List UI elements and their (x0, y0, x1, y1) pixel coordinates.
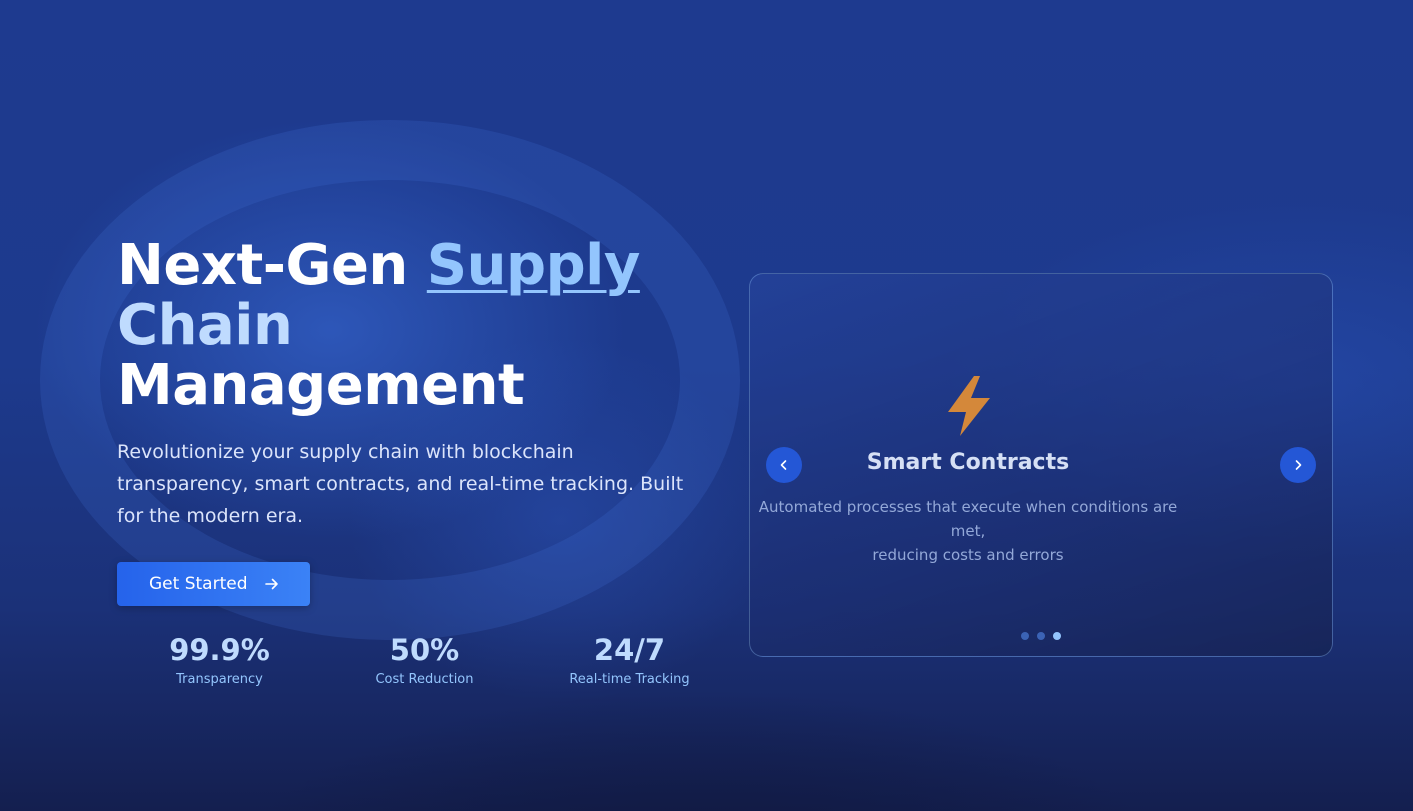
hero-title-accent: Supply (426, 233, 641, 298)
stat-value: 24/7 (593, 633, 666, 667)
stat-realtime-tracking: 24/7 Real-time Tracking (527, 632, 732, 687)
stat-label: Transparency (176, 672, 263, 687)
hero-title-part1: Next-Gen (117, 233, 427, 298)
stat-value: 50% (389, 633, 460, 667)
hero-title: Next-Gen Supply Chain Management (117, 236, 717, 416)
carousel-prev-button[interactable] (766, 447, 802, 483)
stat-label: Real-time Tracking (569, 672, 690, 687)
carousel-dot-1[interactable] (1021, 632, 1029, 640)
lightning-bolt-icon (948, 376, 990, 436)
carousel-slide: Smart Contracts Automated processes that… (750, 374, 1186, 567)
carousel-dot-2[interactable] (1037, 632, 1045, 640)
chevron-right-icon (1295, 460, 1302, 470)
chevron-left-icon (780, 460, 787, 470)
slide-description-line2: reducing costs and errors (872, 546, 1064, 564)
hero-section: Next-Gen Supply Chain Management Revolut… (117, 236, 717, 606)
arrow-right-icon (265, 578, 279, 590)
stat-transparency: 99.9% Transparency (117, 632, 322, 687)
feature-carousel: Smart Contracts Automated processes that… (749, 273, 1333, 657)
stat-cost-reduction: 50% Cost Reduction (322, 632, 527, 687)
slide-description-line1: Automated processes that execute when co… (758, 498, 1178, 540)
stat-label: Cost Reduction (375, 672, 474, 687)
stats-row: 99.9% Transparency 50% Cost Reduction 24… (117, 632, 732, 687)
hero-title-part2: Chain (117, 293, 293, 358)
get-started-button[interactable]: Get Started (117, 562, 311, 606)
carousel-next-button[interactable] (1280, 447, 1316, 483)
hero-subtitle: Revolutionize your supply chain with blo… (117, 441, 684, 527)
stat-value: 99.9% (169, 633, 270, 667)
hero-title-part3: Management (117, 353, 525, 418)
get-started-label: Get Started (149, 574, 248, 594)
carousel-dot-3[interactable] (1053, 632, 1061, 640)
slide-description: Automated processes that execute when co… (750, 495, 1186, 567)
slide-title: Smart Contracts (866, 450, 1070, 475)
carousel-dots (1021, 632, 1061, 640)
